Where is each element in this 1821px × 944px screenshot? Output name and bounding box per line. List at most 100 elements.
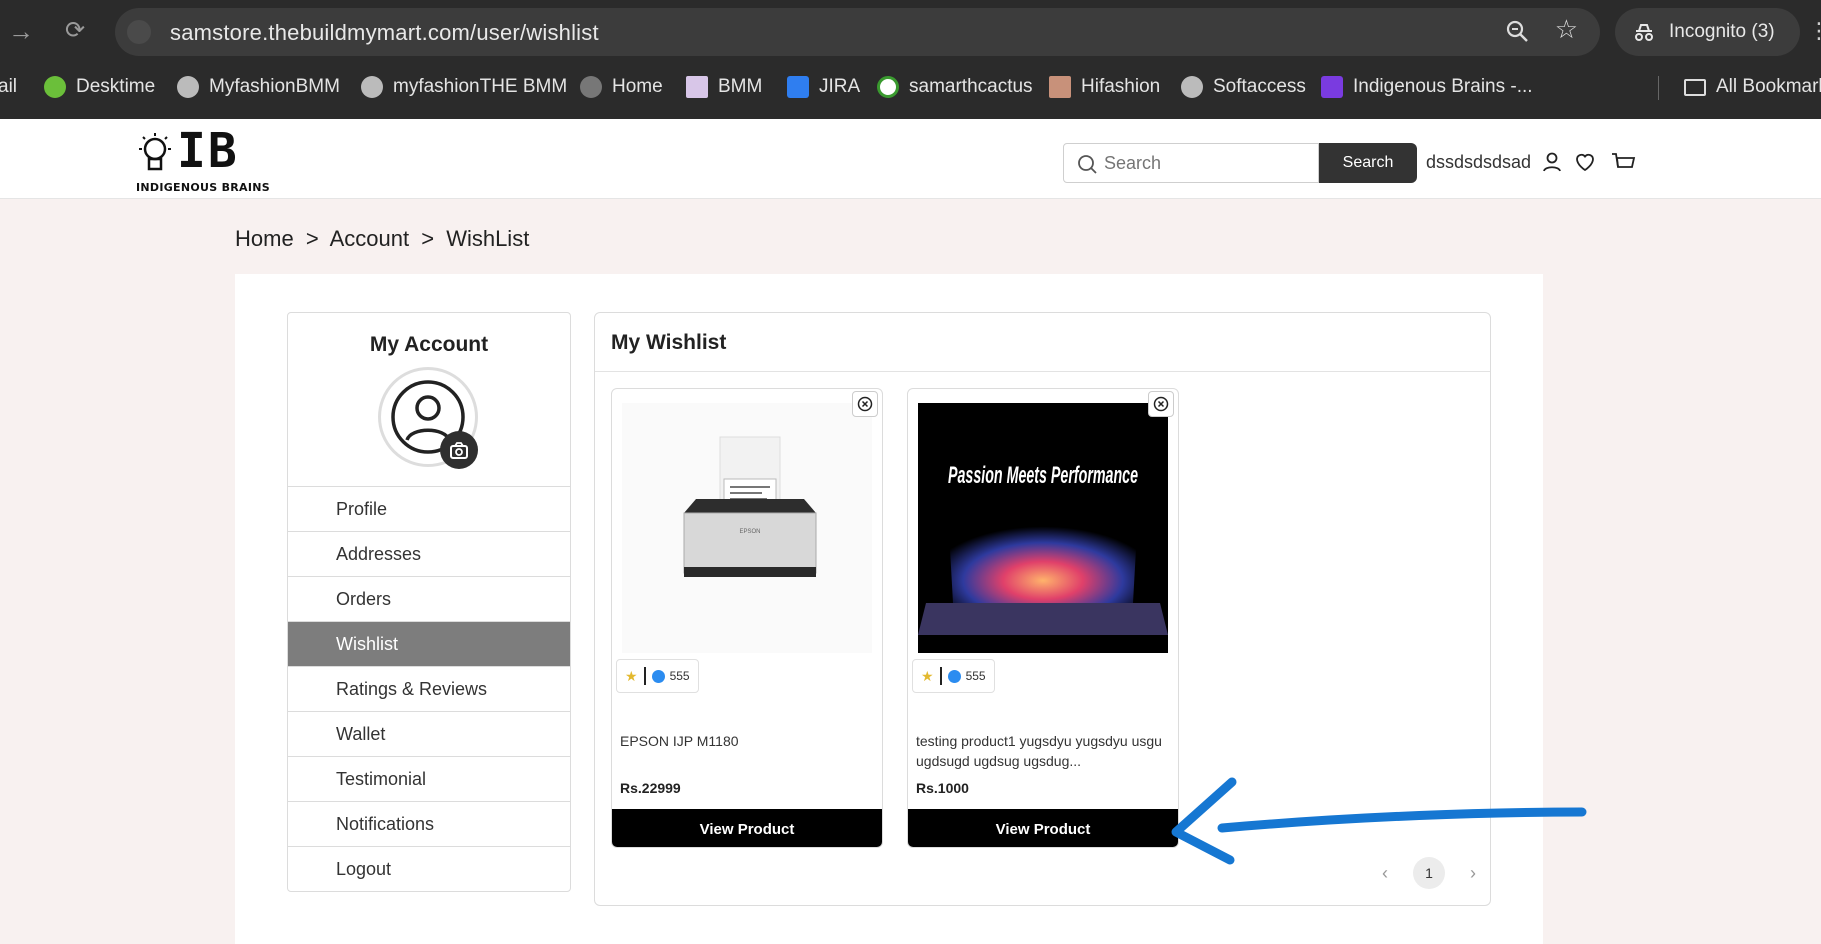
forward-icon[interactable]: → [6, 16, 36, 46]
bookmarks-divider [1658, 76, 1659, 100]
bookmark-samarthcactus[interactable]: samarthcactus [877, 72, 1033, 102]
bookmark-bmm[interactable]: BMM [686, 72, 762, 102]
heart-icon[interactable] [1573, 150, 1597, 174]
bookmark-label: BMM [718, 76, 763, 97]
bookmark-home[interactable]: Home [580, 72, 663, 102]
bookmark-label: Indigenous Brains -... [1353, 76, 1533, 97]
breadcrumb-home[interactable]: Home [235, 226, 294, 251]
search-input[interactable] [1104, 152, 1304, 174]
rating-badge: ★ 555 [912, 659, 995, 693]
browser-chrome: → ⟳ samstore.thebuildmymart.com/user/wis… [0, 0, 1821, 119]
rating-count: 555 [965, 669, 986, 683]
desktime-icon [44, 76, 66, 98]
search-box[interactable] [1063, 143, 1319, 183]
user-icon[interactable] [1540, 150, 1564, 174]
browser-menu-icon[interactable]: ⋮ [1808, 18, 1821, 44]
bookmark-label: ail [0, 76, 18, 97]
zoom-icon[interactable] [1504, 18, 1530, 44]
remove-wishlist-button[interactable] [852, 391, 878, 417]
star-icon: ★ [625, 667, 638, 684]
view-product-button[interactable]: View Product [612, 809, 882, 847]
breadcrumb-current: WishList [446, 226, 530, 251]
logo-subtext: INDIGENOUS BRAINS [136, 181, 270, 194]
folder-icon [1684, 78, 1706, 96]
close-icon [857, 396, 873, 412]
site-logo[interactable]: IB INDIGENOUS BRAINS [133, 123, 293, 195]
account-menu-wallet[interactable]: Wallet [288, 711, 570, 756]
bookmark-jira[interactable]: JIRA [787, 72, 860, 102]
account-menu-wishlist[interactable]: Wishlist [288, 621, 570, 666]
reload-icon[interactable]: ⟳ [60, 16, 90, 46]
wishlist-divider [595, 371, 1490, 372]
breadcrumb-account[interactable]: Account [330, 226, 410, 251]
wishlist-product-card: Passion Meets Performance ★ 555 testing … [907, 388, 1179, 848]
cart-icon[interactable] [1610, 150, 1636, 174]
all-bookmarks[interactable]: All Bookmarks [1684, 72, 1821, 102]
account-menu-orders[interactable]: Orders [288, 576, 570, 621]
search-button[interactable]: Search [1319, 143, 1417, 183]
bmm-icon [686, 76, 708, 98]
breadcrumb-separator: > [421, 226, 435, 251]
account-menu-profile[interactable]: Profile [288, 486, 570, 531]
product-name[interactable]: EPSON IJP M1180 [620, 731, 876, 751]
banner-text: Passion Meets Performance [948, 462, 1138, 489]
bookmark-label: Hifashion [1081, 76, 1161, 97]
wishlist-product-card: EPSON ★ 555 EPSON IJP M1180 Rs.22999 Vie… [611, 388, 883, 848]
incognito-label: Incognito (3) [1669, 21, 1775, 42]
bookmark-label: JIRA [819, 76, 861, 97]
username[interactable]: dssdsdsdsad [1426, 152, 1531, 173]
site-header: IB INDIGENOUS BRAINS Search dssdsdsdsad [0, 119, 1821, 199]
view-product-button[interactable]: View Product [908, 809, 1178, 847]
account-menu-testimonial[interactable]: Testimonial [288, 756, 570, 801]
site-info-icon[interactable] [127, 20, 151, 44]
jira-icon [787, 76, 809, 98]
close-icon [1153, 396, 1169, 412]
bookmark-hifashion[interactable]: Hifashion [1049, 72, 1160, 102]
rating-badge: ★ 555 [616, 659, 699, 693]
bookmark-label: MyfashionBMM [209, 76, 340, 97]
cactus-icon [877, 76, 899, 98]
bookmark-label: samarthcactus [909, 76, 1033, 97]
annotation-arrow-icon [1171, 777, 1587, 865]
product-image[interactable]: Passion Meets Performance [918, 403, 1168, 653]
incognito-icon [1635, 24, 1653, 41]
product-image[interactable]: EPSON [622, 403, 872, 653]
verified-icon [947, 669, 961, 683]
logo-text: IB [177, 123, 239, 179]
badge-separator [939, 667, 942, 685]
rating-count: 555 [669, 669, 690, 683]
wishlist-title: My Wishlist [611, 331, 727, 354]
account-menu-notifications[interactable]: Notifications [288, 801, 570, 846]
bookmark-myfashionthebmm[interactable]: myfashionTHE BMM [361, 72, 567, 102]
account-title: My Account [369, 333, 489, 356]
breadcrumb: Home > Account > WishList [235, 226, 535, 252]
bookmark-desktime[interactable]: Desktime [44, 72, 155, 102]
search-icon [1078, 155, 1097, 174]
product-price: Rs.1000 [916, 780, 969, 796]
url-text[interactable]: samstore.thebuildmymart.com/user/wishlis… [170, 20, 599, 46]
product-name[interactable]: testing product1 yugsdyu yugsdyu usgu ug… [916, 731, 1172, 771]
upload-photo-button[interactable] [440, 431, 478, 469]
globe-icon [580, 76, 602, 98]
bookmark-label: myfashionTHE BMM [393, 76, 568, 97]
bookmark-label: Desktime [76, 76, 156, 97]
bookmarks-bar: ail Desktime MyfashionBMM myfashionTHE B… [0, 72, 1821, 102]
bookmark-mail[interactable]: ail [0, 72, 17, 102]
bookmark-indigenous-brains[interactable]: Indigenous Brains -... [1321, 72, 1533, 102]
bookmark-star-icon[interactable]: ☆ [1555, 14, 1578, 45]
account-menu-logout[interactable]: Logout [288, 846, 570, 891]
all-bookmarks-label: All Bookmarks [1716, 76, 1821, 97]
bookmark-myfashionbmm[interactable]: MyfashionBMM [177, 72, 340, 102]
account-menu-addresses[interactable]: Addresses [288, 531, 570, 576]
remove-wishlist-button[interactable] [1148, 391, 1174, 417]
incognito-indicator[interactable]: Incognito (3) [1615, 8, 1800, 56]
address-bar[interactable]: samstore.thebuildmymart.com/user/wishlis… [115, 8, 1600, 56]
product-price: Rs.22999 [620, 780, 681, 796]
globe-icon [177, 76, 199, 98]
globe-icon [1181, 76, 1203, 98]
bookmark-softaccess[interactable]: Softaccess [1181, 72, 1306, 102]
account-menu-ratings-reviews[interactable]: Ratings & Reviews [288, 666, 570, 711]
globe-icon [361, 76, 383, 98]
breadcrumb-separator: > [305, 226, 319, 251]
star-icon: ★ [921, 667, 934, 684]
